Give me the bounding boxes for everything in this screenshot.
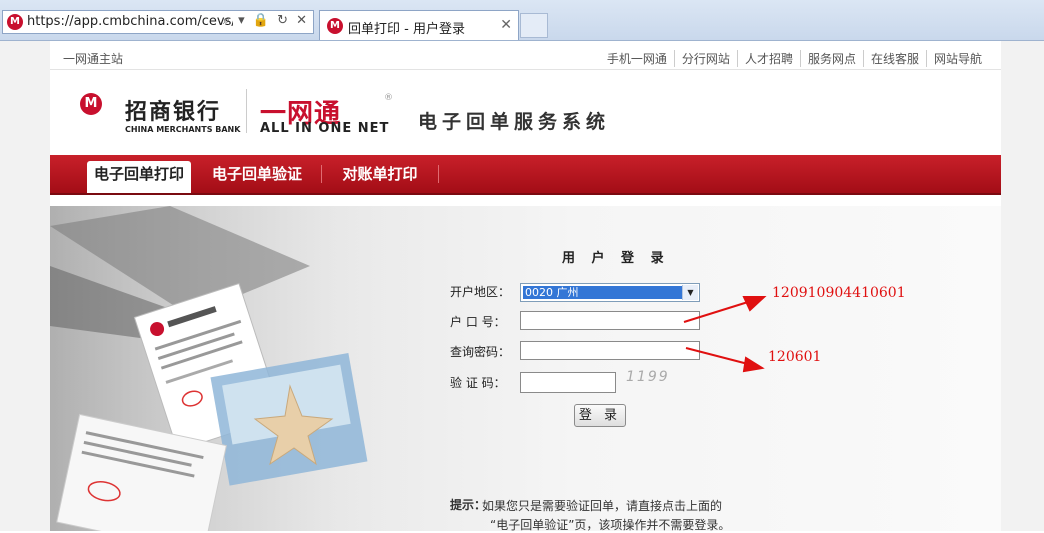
system-title: 电子回单服务系统 (418, 111, 611, 133)
captcha-label: 验 证 码： (450, 376, 506, 390)
tab-title: 回单打印 - 用户登录 (348, 22, 465, 37)
login-button[interactable]: 登 录 (574, 404, 626, 427)
site-favicon-icon: M (7, 14, 23, 30)
captcha-input[interactable] (520, 372, 616, 393)
link-outlets[interactable]: 服务网点 (799, 50, 863, 67)
login-panel: 用 户 登 录 开户地区： 0020 广州 ▼ 户 口 号： 查询密码： 验 证… (50, 206, 1001, 532)
decorative-illustration (50, 206, 430, 531)
link-careers[interactable]: 人才招聘 (736, 50, 800, 67)
main-nav: 电子回单打印 电子回单验证 对账单打印 (50, 155, 1001, 195)
password-input[interactable] (520, 341, 700, 360)
link-mobile[interactable]: 手机一网通 (600, 50, 674, 67)
account-hint-annotation: 120910904410601 (772, 285, 906, 301)
main-site-link[interactable]: 一网通主站 (63, 50, 123, 67)
tip-text-line2: “电子回单验证”页，该项操作并不需要登录。 (490, 518, 731, 532)
browser-chrome: M https://app.cmbchina.com/cevs/Log ⌕ ▾ … (0, 0, 1044, 41)
top-links-bar: 一网通主站 手机一网通 分行网站 人才招聘 服务网点 在线客服 网站导航 (50, 41, 1001, 70)
tab-receipt-print[interactable]: 电子回单打印 (87, 161, 191, 193)
tip-label: 提示： (450, 498, 487, 512)
bank-name-en: CHINA MERCHANTS BANK (125, 125, 241, 134)
region-select[interactable]: 0020 广州 ▼ (520, 283, 700, 302)
account-input[interactable] (520, 311, 700, 330)
region-label: 开户地区： (450, 285, 511, 299)
address-url[interactable]: https://app.cmbchina.com/cevs/Log (27, 14, 233, 29)
nav-divider (321, 165, 322, 183)
captcha-image[interactable]: 1199 (626, 369, 670, 385)
cmb-logo-icon: M (80, 93, 102, 115)
login-title: 用 户 登 录 (562, 251, 670, 266)
link-branch[interactable]: 分行网站 (673, 50, 737, 67)
password-label: 查询密码： (450, 345, 511, 359)
tab-statement-print[interactable]: 对账单打印 (332, 161, 428, 193)
password-hint-annotation: 120601 (768, 349, 822, 365)
tab-receipt-verify[interactable]: 电子回单验证 (202, 161, 312, 193)
tip-text-line1: 如果您只是需要验证回单，请直接点击上面的 (482, 499, 723, 513)
brand-name-en: ALL IN ONE NET (260, 121, 390, 136)
region-selected-value: 0020 广州 (523, 286, 683, 299)
page-left-margin (0, 41, 50, 531)
bank-name: 招商银行 (125, 99, 222, 125)
nav-divider (438, 165, 439, 183)
header-divider (246, 89, 247, 133)
address-bar-icons[interactable]: ⌕ ▾ 🔒 ↻ ✕ (223, 13, 309, 28)
brand-registered-mark: ® (384, 93, 393, 103)
page-right-margin (1001, 41, 1044, 531)
account-label: 户 口 号： (450, 315, 506, 329)
chevron-down-icon[interactable]: ▼ (682, 285, 698, 300)
tab-favicon-icon: M (327, 18, 343, 34)
top-right-links: 手机一网通 分行网站 人才招聘 服务网点 在线客服 网站导航 (600, 50, 989, 67)
address-bar[interactable]: M https://app.cmbchina.com/cevs/Log ⌕ ▾ … (2, 10, 314, 34)
tab-close-icon[interactable]: ✕ (500, 17, 512, 33)
link-online-service[interactable]: 在线客服 (862, 50, 926, 67)
browser-tab-active[interactable]: M 回单打印 - 用户登录 ✕ (319, 10, 519, 40)
new-tab-button[interactable] (520, 13, 548, 38)
link-site-nav[interactable]: 网站导航 (925, 50, 989, 67)
